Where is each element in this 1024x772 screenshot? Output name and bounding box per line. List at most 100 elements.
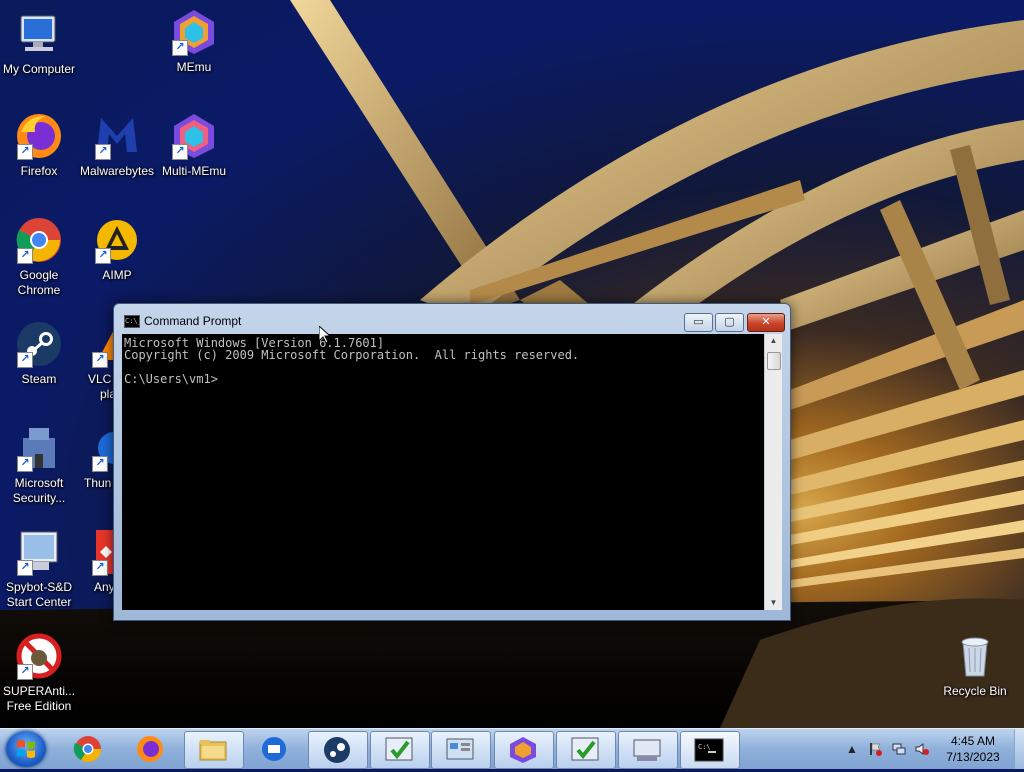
- console-prompt: C:\Users\vm1>: [124, 372, 218, 386]
- desktop-icon-label: AIMP: [102, 268, 132, 282]
- cmd-icon: C:\: [694, 738, 724, 762]
- shortcut-arrow-icon: ↗: [172, 40, 188, 56]
- desktop-icon-recycle-bin[interactable]: Recycle Bin: [936, 632, 1014, 699]
- desktop-icon-google-chrome[interactable]: ↗ Google Chrome: [0, 216, 78, 298]
- desktop-icon-label: Multi-MEmu: [161, 164, 226, 178]
- system-clock[interactable]: 4:45 AM 7/13/2023: [938, 733, 1008, 765]
- desktop-icon-label: My Computer: [2, 62, 76, 76]
- desktop-icon-vlc[interactable]: ↗ VLC pla: [82, 320, 116, 402]
- command-prompt-window[interactable]: C:\_ Command Prompt ▭ ▢ ✕ Microsoft Wind…: [113, 303, 791, 621]
- shortcut-arrow-icon: ↗: [17, 248, 33, 264]
- taskbar-chrome[interactable]: [60, 731, 118, 767]
- taskbar-cmd[interactable]: C:\: [680, 731, 740, 769]
- thunderbird-icon: [262, 737, 286, 761]
- memu-icon: ↗: [170, 8, 218, 56]
- computer-icon: [15, 10, 63, 58]
- taskbar-on-screen-keyboard[interactable]: [618, 731, 678, 769]
- cmd-window-icon: C:\_: [124, 315, 142, 328]
- steam-icon: ↗: [15, 320, 63, 368]
- start-button[interactable]: [6, 731, 46, 767]
- desktop-icon-label: Spybot-S&D Start Center: [5, 580, 73, 609]
- desktop-icon-label: Steam: [21, 372, 57, 386]
- scroll-thumb[interactable]: [767, 352, 781, 370]
- clock-time: 4:45 AM: [950, 734, 996, 748]
- desktop-icon-microsoft-security[interactable]: ↗ Microsoft Security...: [0, 424, 78, 506]
- mouse-cursor-icon: [319, 326, 331, 344]
- shortcut-arrow-icon: ↗: [17, 456, 33, 472]
- windows-logo-icon: [17, 740, 35, 758]
- shortcut-arrow-icon: ↗: [17, 352, 33, 368]
- folder-icon: [199, 740, 227, 761]
- taskbar-control-panel[interactable]: [431, 731, 491, 769]
- scroll-down-arrow-icon[interactable]: ▼: [765, 596, 782, 610]
- desktop-icon-label: Firefox: [20, 164, 58, 178]
- taskbar: C:\ ▲ 4:45 AM 7/13/2023: [0, 728, 1024, 769]
- shortcut-arrow-icon: ↗: [95, 248, 111, 264]
- keyboard-icon: [633, 739, 661, 761]
- recycle-bin-icon: [951, 632, 999, 680]
- desktop-icon-my-computer[interactable]: My Computer: [0, 10, 78, 77]
- close-button[interactable]: ✕: [747, 313, 785, 332]
- window-title: Command Prompt: [144, 314, 242, 328]
- taskbar-explorer[interactable]: [184, 731, 244, 769]
- checkmark-app-icon: [571, 737, 599, 761]
- desktop-icon-malwarebytes[interactable]: ↗ Malwarebytes: [78, 112, 156, 179]
- desktop-icon-spybot[interactable]: ↗ Spybot-S&D Start Center: [0, 528, 78, 610]
- console-line: Copyright (c) 2009 Microsoft Corporation…: [124, 348, 580, 362]
- maximize-button[interactable]: ▢: [715, 313, 744, 332]
- firefox-icon: ↗: [15, 112, 63, 160]
- desktop-icon-steam[interactable]: ↗ Steam: [0, 320, 78, 387]
- spybot-icon: ↗: [15, 528, 63, 576]
- steam-icon: [324, 737, 350, 763]
- memu-icon: [510, 737, 536, 763]
- desktop-icon-label: Any: [94, 580, 115, 594]
- desktop-icon-superantispyware[interactable]: ↗ SUPERAnti... Free Edition: [0, 632, 78, 714]
- chrome-icon: ↗: [15, 216, 63, 264]
- desktop-icon-aimp[interactable]: ↗ AIMP: [78, 216, 156, 283]
- taskbar-steam[interactable]: [308, 731, 368, 769]
- malwarebytes-icon: ↗: [93, 112, 141, 160]
- taskbar-app-checkmark-2[interactable]: [556, 731, 616, 769]
- taskbar-thunderbird[interactable]: [246, 731, 304, 767]
- shortcut-arrow-icon: ↗: [92, 456, 108, 472]
- desktop-icon-label: Google Chrome: [17, 268, 61, 297]
- taskbar-firefox[interactable]: [122, 731, 180, 767]
- shortcut-arrow-icon: ↗: [17, 144, 33, 160]
- desktop-icon-label-2: pla: [100, 387, 117, 401]
- desktop-icon-memu[interactable]: ↗ MEmu: [155, 8, 233, 75]
- checkmark-app-icon: [385, 737, 413, 761]
- shortcut-arrow-icon: ↗: [95, 144, 111, 160]
- desktop-icon-label: MEmu: [176, 60, 212, 74]
- show-desktop-button[interactable]: [1014, 729, 1024, 769]
- desktop-icon-label: SUPERAnti... Free Edition: [2, 684, 76, 713]
- desktop-icon-label: Microsoft Security...: [12, 476, 66, 505]
- firefox-icon: [137, 736, 163, 762]
- desktop-icon-multi-memu[interactable]: ↗ Multi-MEmu: [155, 112, 233, 179]
- chrome-icon: [73, 736, 102, 763]
- desktop-icon-thunderbird[interactable]: ↗ Thun: [82, 424, 130, 491]
- vertical-scrollbar[interactable]: ▲ ▼: [764, 334, 782, 610]
- desktop-icon-anydesk[interactable]: ↗ Any: [82, 528, 116, 595]
- scroll-up-arrow-icon[interactable]: ▲: [765, 334, 782, 348]
- volume-muted-icon[interactable]: [915, 742, 929, 756]
- microsoft-security-icon: ↗: [15, 424, 63, 472]
- svg-text:C:\: C:\: [698, 743, 711, 751]
- network-icon[interactable]: [892, 742, 906, 756]
- shortcut-arrow-icon: ↗: [17, 560, 33, 576]
- shortcut-arrow-icon: ↗: [92, 352, 108, 368]
- aimp-icon: ↗: [93, 216, 141, 264]
- desktop-icon-label: Recycle Bin: [943, 684, 1007, 698]
- desktop-icon-firefox[interactable]: ↗ Firefox: [0, 112, 78, 179]
- shortcut-arrow-icon: ↗: [172, 144, 188, 160]
- minimize-button[interactable]: ▭: [684, 313, 713, 332]
- multi-memu-icon: ↗: [170, 112, 218, 160]
- show-hidden-icons-button[interactable]: ▲: [845, 742, 859, 756]
- shortcut-arrow-icon: ↗: [92, 560, 108, 576]
- desktop-icon-label: Thun: [84, 476, 112, 490]
- desktop-icon-label: VLC: [88, 372, 112, 386]
- taskbar-memu[interactable]: [494, 731, 554, 769]
- taskbar-app-checkmark[interactable]: [370, 731, 430, 769]
- console-output[interactable]: Microsoft Windows [Version 6.1.7601] Copy…: [122, 334, 764, 610]
- action-center-flag-icon[interactable]: [868, 742, 882, 756]
